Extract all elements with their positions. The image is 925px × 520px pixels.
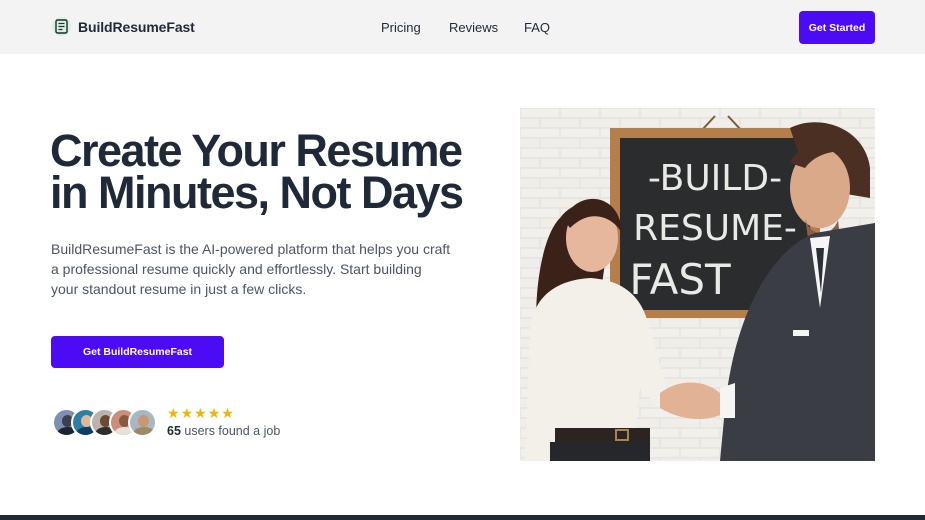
get-buildresumefast-button[interactable]: Get BuildResumeFast <box>51 336 224 368</box>
star-icon: ★ <box>194 405 207 421</box>
nav-link-pricing[interactable]: Pricing <box>381 20 421 35</box>
star-icon: ★ <box>167 405 180 421</box>
hero-headline: Create Your Resume in Minutes, Not Days <box>50 128 490 215</box>
rating-stars: ★ ★ ★ ★ ★ <box>167 406 234 420</box>
get-started-button[interactable]: Get Started <box>799 11 875 44</box>
document-icon <box>52 17 71 36</box>
star-icon: ★ <box>180 405 194 421</box>
chalkboard-text-3: FAST <box>629 255 731 304</box>
headline-line-2: in Minutes, Not Days <box>50 167 464 218</box>
hero-description: BuildResumeFast is the AI-powered platfo… <box>51 241 451 297</box>
star-icon: ★ <box>207 405 221 421</box>
footer-strip <box>0 515 925 520</box>
chalkboard-text-1: -BUILD- <box>648 158 782 199</box>
nav-link-faq[interactable]: FAQ <box>524 20 550 35</box>
star-icon: ★ <box>221 405 234 421</box>
brand-name: BuildResumeFast <box>78 18 195 35</box>
chalkboard-text-2: RESUME- <box>633 208 797 249</box>
avatar <box>128 408 157 437</box>
user-count-label: users found a job <box>184 424 281 438</box>
hero-handshake-image: -BUILD- RESUME- FAST <box>520 108 875 461</box>
users-found-job-text: 65 users found a job <box>167 424 280 438</box>
nav-link-reviews[interactable]: Reviews <box>449 20 498 35</box>
site-header: BuildResumeFast Pricing Reviews FAQ Get … <box>0 0 925 54</box>
user-avatar-group <box>52 408 162 437</box>
user-count: 65 <box>167 424 181 438</box>
brand-logo[interactable]: BuildResumeFast <box>52 17 195 36</box>
